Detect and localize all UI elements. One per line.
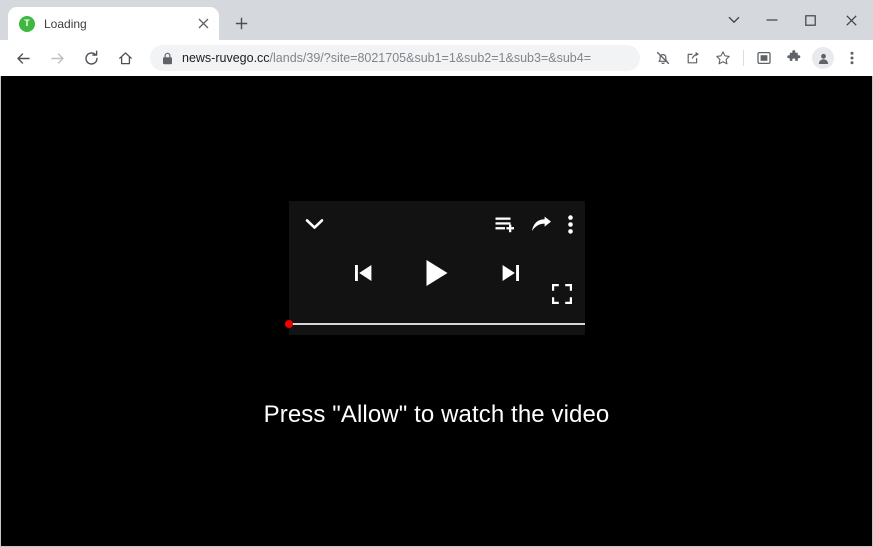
previous-track-icon[interactable] (354, 263, 373, 283)
profile-avatar[interactable] (812, 47, 834, 69)
tab-title: Loading (44, 16, 87, 31)
progress-scrubber-handle[interactable] (285, 320, 293, 328)
browser-window: T Loading news-ruvego.cc/lands/39/?site=… (0, 0, 873, 547)
play-icon[interactable] (425, 259, 449, 287)
page-content: Press "Allow" to watch the video (1, 76, 872, 546)
bell-slash-icon[interactable] (650, 45, 676, 71)
allow-prompt-message: Press "Allow" to watch the video (263, 401, 610, 428)
lock-icon (162, 52, 173, 65)
puzzle-piece-icon[interactable] (781, 45, 807, 71)
window-close-button[interactable] (829, 4, 873, 36)
bookmark-star-icon[interactable] (710, 45, 736, 71)
fullscreen-icon[interactable] (551, 283, 573, 305)
browser-toolbar: news-ruvego.cc/lands/39/?site=8021705&su… (0, 40, 873, 76)
tab-favicon: T (19, 15, 35, 32)
address-bar-path: /lands/39/?site=8021705&sub1=1&sub2=1&su… (269, 51, 591, 65)
player-top-bar (289, 201, 585, 247)
browser-tab[interactable]: T Loading (8, 7, 219, 40)
share-arrow-icon[interactable] (531, 216, 552, 233)
address-bar-url: news-ruvego.cc/lands/39/?site=8021705&su… (182, 51, 591, 65)
new-tab-button[interactable] (227, 9, 255, 37)
window-controls (715, 0, 873, 40)
page-viewport: Press "Allow" to watch the video (0, 76, 873, 547)
address-bar[interactable]: news-ruvego.cc/lands/39/?site=8021705&su… (150, 45, 640, 71)
address-bar-host: news-ruvego.cc (182, 51, 270, 65)
tab-search-button[interactable] (715, 4, 753, 36)
reload-button[interactable] (77, 44, 105, 72)
share-icon[interactable] (680, 45, 706, 71)
screen-capture-icon[interactable] (751, 45, 777, 71)
maximize-button[interactable] (791, 4, 829, 36)
tab-strip: T Loading (0, 0, 873, 40)
toolbar-divider (743, 50, 744, 66)
player-transport-controls (289, 259, 585, 287)
minimize-button[interactable] (753, 4, 791, 36)
toolbar-actions (648, 45, 867, 71)
tab-close-icon[interactable] (193, 14, 213, 34)
chevron-down-icon[interactable] (301, 211, 327, 237)
add-to-queue-icon[interactable] (495, 216, 515, 233)
player-top-actions (495, 214, 573, 234)
video-player[interactable] (285, 201, 585, 335)
video-progress-bar[interactable] (285, 320, 585, 328)
next-track-icon[interactable] (501, 263, 520, 283)
forward-button[interactable] (43, 44, 71, 72)
three-dot-menu-icon[interactable] (568, 214, 573, 234)
three-dot-menu-icon[interactable] (839, 45, 865, 71)
home-button[interactable] (111, 44, 139, 72)
back-button[interactable] (9, 44, 37, 72)
